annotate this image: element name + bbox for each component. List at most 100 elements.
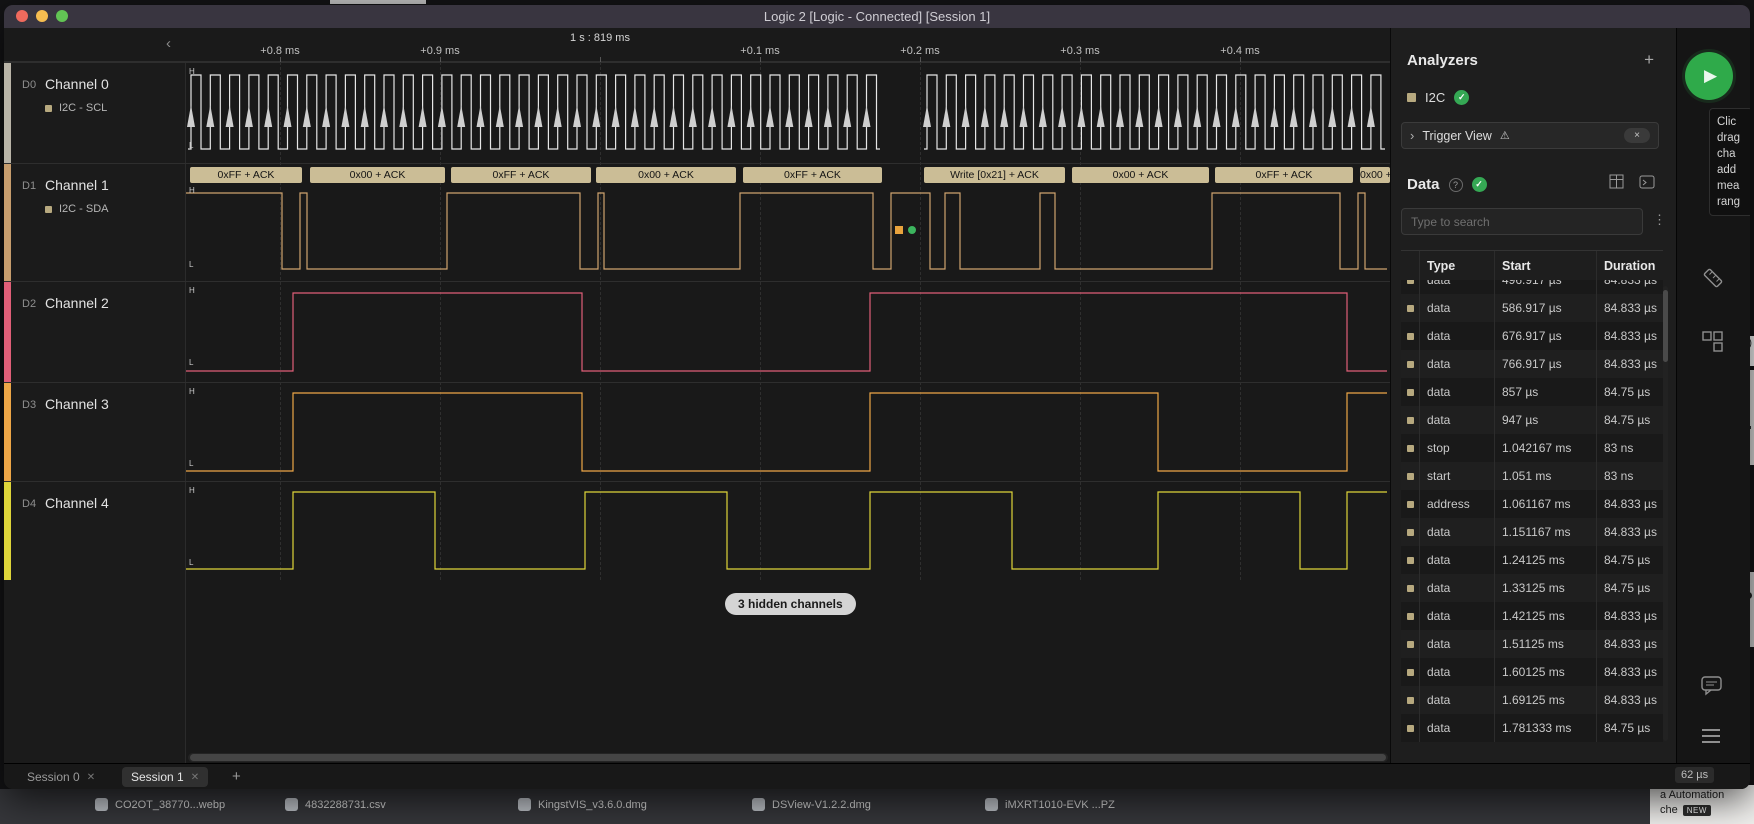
table-row[interactable]: stop1.042167 ms83 ns	[1401, 434, 1663, 462]
session-tab[interactable]: Session 1✕	[122, 767, 208, 787]
high-level-marker: H	[189, 286, 195, 295]
cell-type: address	[1419, 490, 1494, 518]
timing-marker-dot[interactable]	[908, 226, 916, 234]
jump-left-chevron-icon[interactable]: ‹	[166, 35, 171, 52]
low-level-marker: L	[189, 459, 193, 468]
table-row[interactable]: data766.917 µs84.833 µs	[1401, 350, 1663, 378]
digital-waveform	[186, 282, 1390, 383]
channel-name: Channel 2	[45, 295, 109, 311]
table-scrollbar-thumb[interactable]	[1663, 290, 1668, 362]
table-view-icon[interactable]	[1609, 174, 1625, 195]
zoom-button[interactable]	[56, 10, 68, 22]
session-tab-bar: 62 µs Session 0✕ Session 1✕ +	[4, 763, 1750, 789]
cell-dur: 84.833 µs	[1596, 518, 1663, 546]
hidden-channels-button[interactable]: 3 hidden channels	[725, 593, 856, 615]
table-row[interactable]: data947 µs84.75 µs	[1401, 406, 1663, 434]
digital-waveform	[186, 383, 1390, 482]
timeline-ruler[interactable]: ‹ 1 s : 819 ms+0.8 ms+0.9 ms+0.1 ms+0.2 …	[4, 28, 1390, 62]
channel-name: Channel 3	[45, 396, 109, 412]
waveform-row-d2[interactable]: HL	[186, 281, 1390, 382]
waveform-row-d1[interactable]: HL0xFF + ACK0x00 + ACK0xFF + ACK0x00 + A…	[186, 163, 1390, 281]
timing-marker-square[interactable]	[895, 226, 903, 234]
table-row[interactable]: start1.051 ms83 ns	[1401, 462, 1663, 490]
search-input[interactable]	[1402, 209, 1642, 234]
feedback-chat-icon[interactable]	[1701, 676, 1723, 701]
table-row[interactable]: data1.24125 ms84.75 µs	[1401, 546, 1663, 574]
cell-type: data	[1419, 658, 1494, 686]
high-level-marker: H	[189, 486, 195, 495]
table-row[interactable]: address1.061167 ms84.833 µs	[1401, 490, 1663, 518]
channel-name: Channel 4	[45, 495, 109, 511]
trigger-close-button[interactable]: ×	[1624, 128, 1650, 143]
tooltip-text-line: drag	[1717, 130, 1750, 146]
table-row[interactable]: data1.151167 ms84.833 µs	[1401, 518, 1663, 546]
digital-waveform	[186, 482, 1390, 581]
table-row[interactable]: data676.917 µs84.833 µs	[1401, 322, 1663, 350]
close-tab-icon[interactable]: ✕	[87, 772, 95, 783]
cell-dur: 84.833 µs	[1596, 602, 1663, 630]
title-bar[interactable]: Logic 2 [Logic - Connected] [Session 1]	[4, 5, 1750, 28]
screen: id*) CO2OT_38770...webp4832288731.csvKin…	[0, 0, 1754, 824]
table-row[interactable]: data586.917 µs84.833 µs	[1401, 294, 1663, 322]
row-type-icon	[1401, 417, 1419, 424]
measure-ruler-icon[interactable]	[1701, 266, 1725, 295]
column-header-start[interactable]: Start	[1494, 251, 1596, 280]
table-row[interactable]: data1.781333 ms84.75 µs	[1401, 714, 1663, 742]
table-scrollbar[interactable]	[1663, 286, 1668, 741]
waveform-area[interactable]: 3 hidden channels HLHL0xFF + ACK0x00 + A…	[186, 62, 1390, 763]
table-row[interactable]: data1.60125 ms84.833 µs	[1401, 658, 1663, 686]
column-header-type[interactable]: Type	[1419, 251, 1494, 280]
table-row[interactable]: data857 µs84.75 µs	[1401, 378, 1663, 406]
help-icon[interactable]: ?	[1449, 178, 1463, 192]
table-row[interactable]: data1.69125 ms84.833 µs	[1401, 686, 1663, 714]
background-text-2: che	[1660, 804, 1678, 816]
i2c-annotation: 0xFF + ACK	[451, 167, 591, 183]
close-button[interactable]	[16, 10, 28, 22]
new-session-button[interactable]: +	[232, 768, 241, 785]
channel-name: Channel 1	[45, 177, 109, 193]
row-type-icon	[1401, 557, 1419, 564]
terminal-view-icon[interactable]	[1639, 174, 1655, 195]
file-icon	[95, 798, 108, 811]
horizontal-scrollbar[interactable]	[188, 753, 1388, 762]
more-options-icon[interactable]: ⋮	[1653, 212, 1666, 228]
annotations-layout-icon[interactable]	[1701, 330, 1725, 359]
add-analyzer-button[interactable]: +	[1644, 50, 1654, 70]
table-row[interactable]: data496.917 µs84.833 µs	[1401, 280, 1663, 294]
viewport-range-indicator: 62 µs	[1675, 767, 1714, 783]
waveform-row-d0[interactable]: HL	[186, 62, 1390, 163]
channel-id: D3	[22, 399, 36, 411]
channel-label-d2[interactable]: D2Channel 2	[4, 281, 186, 382]
channel-label-d3[interactable]: D3 Channel 3	[4, 382, 186, 481]
trigger-view-row[interactable]: › Trigger View ⚠ ×	[1401, 122, 1659, 149]
channel-label-d4[interactable]: D4Channel 4	[4, 481, 186, 580]
window-title: Logic 2 [Logic - Connected] [Session 1]	[764, 9, 990, 24]
cell-type: data	[1419, 630, 1494, 658]
column-header-duration[interactable]: Duration	[1596, 251, 1663, 280]
channel-label-d1[interactable]: D1Channel 1I2C - SDA	[4, 163, 186, 281]
table-row[interactable]: data1.42125 ms84.833 µs	[1401, 602, 1663, 630]
cell-dur: 84.833 µs	[1596, 658, 1663, 686]
start-capture-button[interactable]: ▶	[1685, 52, 1733, 100]
minimize-button[interactable]	[36, 10, 48, 22]
row-type-icon	[1401, 725, 1419, 732]
table-row[interactable]: data1.51125 ms84.833 µs	[1401, 630, 1663, 658]
close-tab-icon[interactable]: ✕	[191, 772, 199, 783]
high-level-marker: H	[189, 67, 195, 76]
cell-dur: 84.833 µs	[1596, 350, 1663, 378]
analyzer-item-i2c[interactable]: I2C ✓	[1407, 90, 1469, 105]
file-icon	[285, 798, 298, 811]
cell-dur: 84.75 µs	[1596, 714, 1663, 742]
waveform-row-d3[interactable]: HL	[186, 382, 1390, 481]
menu-hamburger-icon[interactable]	[1701, 728, 1721, 749]
timeline-tick-label: +0.2 ms	[900, 45, 939, 57]
horizontal-scrollbar-thumb[interactable]	[190, 754, 1386, 761]
session-tab[interactable]: Session 0✕	[18, 767, 104, 787]
cell-type: start	[1419, 462, 1494, 490]
waveform-row-d4[interactable]: HL	[186, 481, 1390, 580]
cell-type: data	[1419, 378, 1494, 406]
data-search-box[interactable]	[1401, 208, 1643, 235]
table-row[interactable]: data1.33125 ms84.75 µs	[1401, 574, 1663, 602]
cell-start: 766.917 µs	[1494, 350, 1596, 378]
channel-label-d0[interactable]: D0Channel 0I2C - SCL	[4, 62, 186, 163]
